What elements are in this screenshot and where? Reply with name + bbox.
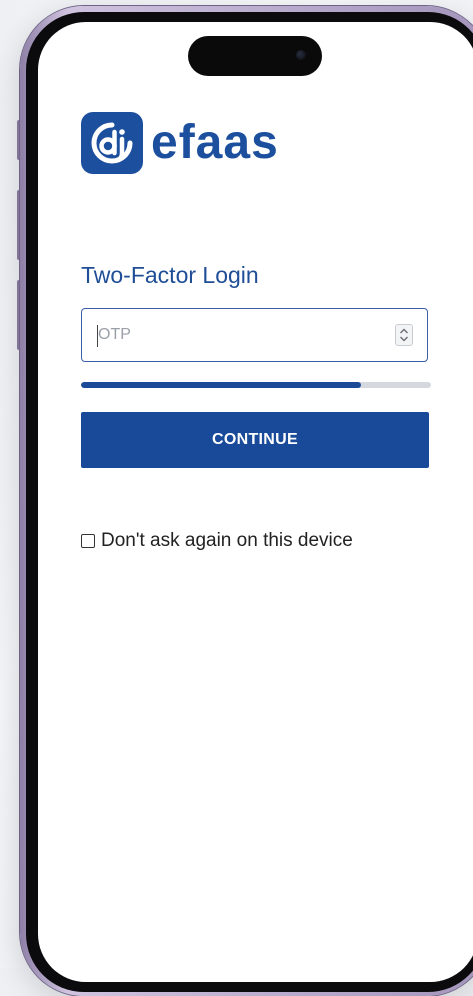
- timer-progress-bar: [81, 382, 431, 388]
- efaas-logo-icon: [81, 112, 143, 174]
- brand-name: efaas: [151, 116, 279, 169]
- remember-device-label: Don't ask again on this device: [101, 530, 353, 551]
- chevron-up-down-icon: [400, 328, 408, 342]
- continue-button[interactable]: CONTINUE: [81, 412, 429, 468]
- phone-screen: efaas Two-Factor Login CONTINUE Don't as…: [38, 22, 473, 982]
- otp-input[interactable]: [94, 317, 392, 353]
- text-cursor: [97, 325, 98, 347]
- remember-device-checkbox[interactable]: [81, 534, 95, 548]
- progress-fill: [81, 382, 361, 388]
- number-stepper[interactable]: [395, 324, 413, 346]
- page-title: Two-Factor Login: [81, 262, 259, 288]
- camera-icon: [296, 50, 306, 60]
- remember-device-option[interactable]: Don't ask again on this device: [81, 530, 353, 552]
- otp-field[interactable]: [81, 308, 428, 362]
- dynamic-island: [188, 36, 322, 76]
- brand-logo: efaas: [81, 112, 279, 174]
